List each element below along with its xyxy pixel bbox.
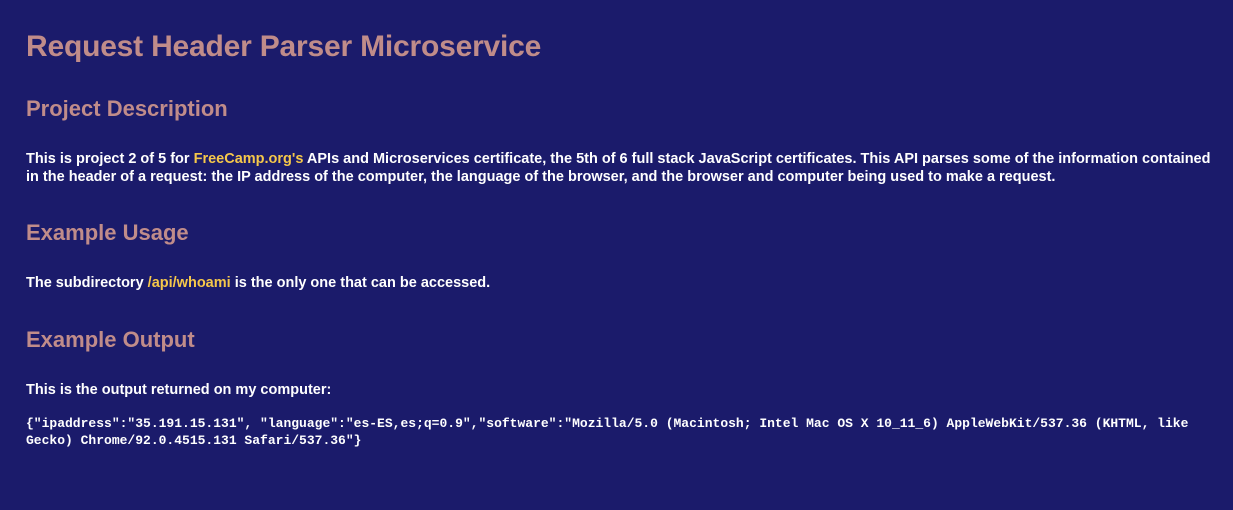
api-whoami-link[interactable]: /api/whoami bbox=[148, 275, 231, 291]
example-output-heading: Example Output bbox=[26, 327, 195, 352]
project-description-heading: Project Description bbox=[26, 96, 228, 121]
project-description-text: This is project 2 of 5 for FreeCamp.org'… bbox=[26, 150, 1213, 186]
example-usage-text-end: is the only one that can be accessed. bbox=[230, 275, 491, 291]
example-usage-text: The subdirectory /api/whoami is the only… bbox=[26, 274, 1213, 292]
page-title: Request Header Parser Microservice bbox=[26, 30, 542, 63]
example-usage-heading: Example Usage bbox=[26, 220, 189, 245]
example-usage-text-start: The subdirectory bbox=[26, 275, 148, 291]
project-description-text-start: This is project 2 of 5 for bbox=[26, 151, 194, 167]
page-content: Request Header Parser Microservice Proje… bbox=[0, 0, 1233, 449]
example-output-intro: This is the output returned on my comput… bbox=[26, 382, 332, 398]
example-output-code: {"ipaddress":"35.191.15.131", "language"… bbox=[26, 416, 1197, 448]
freecamp-link[interactable]: FreeCamp.org's bbox=[194, 151, 304, 167]
